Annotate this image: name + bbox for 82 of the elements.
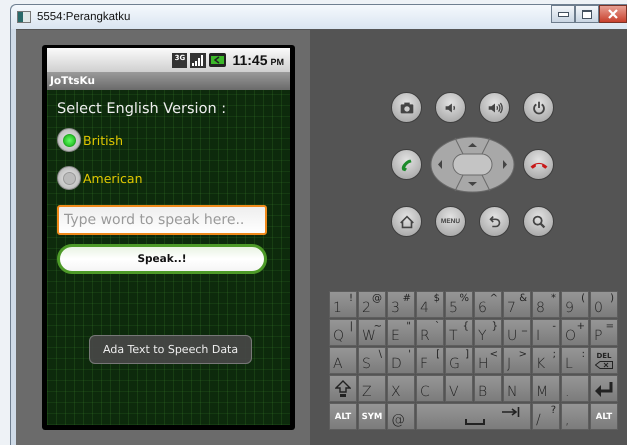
keyboard-key[interactable]: 1 !: [329, 291, 357, 318]
signal-icon: [190, 52, 206, 68]
battery-icon: [209, 53, 226, 67]
keyboard-key[interactable]: N: [503, 375, 531, 402]
window-icon: [17, 11, 31, 23]
radio-label[interactable]: American: [83, 170, 142, 186]
keyboard-key[interactable]: Y }: [474, 319, 502, 346]
camera-button[interactable]: [391, 92, 422, 123]
keyboard-key[interactable]: V: [445, 375, 473, 402]
minimize-button[interactable]: [551, 5, 575, 23]
speak-button[interactable]: Speak..!: [57, 244, 267, 274]
space-key[interactable]: [416, 403, 531, 430]
back-button[interactable]: [479, 206, 510, 237]
end-call-button[interactable]: [523, 149, 554, 180]
radio-button[interactable]: [57, 166, 81, 190]
keyboard-key[interactable]: G ]: [445, 347, 473, 374]
close-icon: [607, 9, 619, 19]
keyboard-key[interactable]: 4 $: [416, 291, 444, 318]
enter-key[interactable]: [590, 375, 618, 402]
home-button[interactable]: [391, 206, 422, 237]
keyboard-key[interactable]: F [: [416, 347, 444, 374]
keyboard-key[interactable]: 5 %: [445, 291, 473, 318]
keyboard-key[interactable]: D ': [387, 347, 415, 374]
shift-key[interactable]: [329, 375, 357, 402]
keyboard-key[interactable]: SYM: [358, 403, 386, 430]
input-field[interactable]: Type word to speak here..: [57, 205, 267, 235]
keyboard-key[interactable]: K ;: [532, 347, 560, 374]
power-button[interactable]: [523, 92, 554, 123]
prompt-label: Select English Version :: [57, 101, 226, 117]
keyboard-key[interactable]: 2 @: [358, 291, 386, 318]
keyboard-key[interactable]: S \: [358, 347, 386, 374]
keyboard-key[interactable]: B: [474, 375, 502, 402]
maximize-button[interactable]: [575, 5, 599, 23]
volume-down-button[interactable]: [435, 92, 466, 123]
keyboard-key[interactable]: O +: [561, 319, 589, 346]
keyboard-key[interactable]: R `: [416, 319, 444, 346]
keyboard-key[interactable]: .: [561, 375, 589, 402]
search-icon: [530, 212, 548, 230]
keyboard-key[interactable]: ALT: [590, 403, 618, 430]
home-icon: [398, 212, 416, 230]
keyboard-key[interactable]: M: [532, 375, 560, 402]
dpad[interactable]: [430, 136, 515, 193]
clock-meridiem: PM: [270, 56, 284, 66]
keyboard-key[interactable]: C: [416, 375, 444, 402]
space-icon: [465, 419, 485, 425]
keyboard-key[interactable]: A: [329, 347, 357, 374]
keyboard-key[interactable]: T {: [445, 319, 473, 346]
clock-time: 11:45: [232, 52, 268, 68]
keyboard-key[interactable]: E ": [387, 319, 415, 346]
keyboard-key[interactable]: 7 &: [503, 291, 531, 318]
backspace-icon: [595, 360, 613, 368]
enter-arrow-icon: [594, 380, 614, 396]
search-button[interactable]: [523, 206, 554, 237]
toast-message: Ada Text to Speech Data: [89, 335, 252, 364]
keyboard-key[interactable]: / ?: [532, 403, 560, 430]
keyboard-key[interactable]: P =: [590, 319, 618, 346]
keyboard-key[interactable]: L :: [561, 347, 589, 374]
keyboard-key[interactable]: X: [387, 375, 415, 402]
radio-button[interactable]: [57, 128, 81, 152]
radio-label[interactable]: British: [83, 132, 123, 148]
keyboard-key[interactable]: 6 ^: [474, 291, 502, 318]
keyboard-key[interactable]: Q |: [329, 319, 357, 346]
call-button[interactable]: [391, 149, 422, 180]
keyboard-key[interactable]: 0 ): [590, 291, 618, 318]
tab-arrow-icon: [502, 407, 520, 417]
keyboard-key[interactable]: W ~: [358, 319, 386, 346]
shift-arrow-icon: [335, 380, 351, 398]
window-title: 5554:Perangkatku: [37, 11, 130, 23]
keyboard-key[interactable]: ALT: [329, 403, 357, 430]
keyboard-key[interactable]: 9 (: [561, 291, 589, 318]
keyboard-key[interactable]: ,: [561, 403, 589, 430]
volume-up-button[interactable]: [479, 92, 510, 123]
keyboard-key[interactable]: 3 #: [387, 291, 415, 318]
keyboard-key[interactable]: I -: [532, 319, 560, 346]
keyboard-key[interactable]: Z: [358, 375, 386, 402]
app-title: JoTtsKu: [50, 75, 95, 87]
keyboard-key[interactable]: 8 *: [532, 291, 560, 318]
keyboard-key[interactable]: U _: [503, 319, 531, 346]
keyboard-key[interactable]: H <: [474, 347, 502, 374]
keyboard-key[interactable]: @: [387, 403, 415, 430]
close-button[interactable]: [599, 5, 627, 23]
keyboard-key[interactable]: J >: [503, 347, 531, 374]
